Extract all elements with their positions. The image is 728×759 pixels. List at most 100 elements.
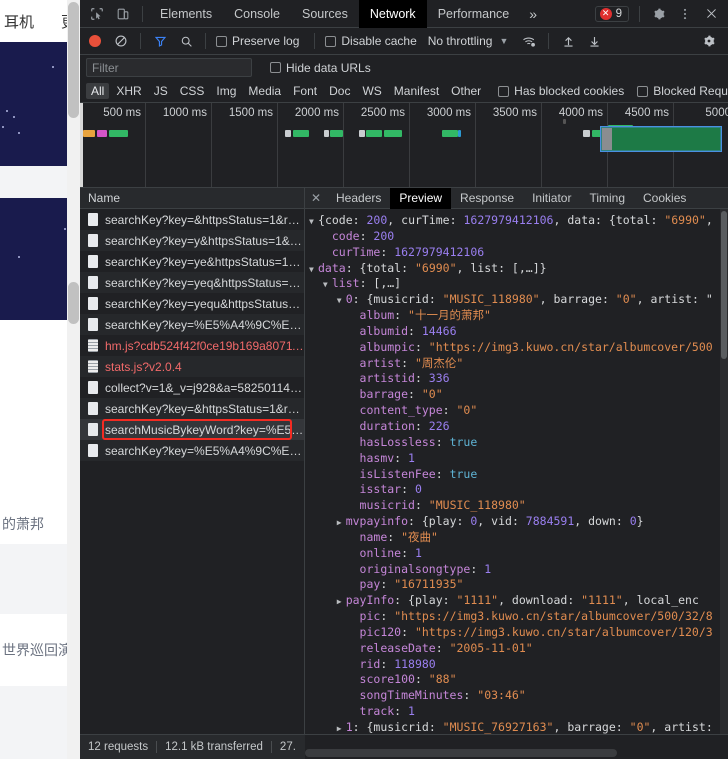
json-line[interactable]: online: 1 — [309, 546, 728, 562]
json-line[interactable]: name: "夜曲" — [309, 530, 728, 546]
type-filter-doc[interactable]: Doc — [324, 83, 355, 99]
request-row[interactable]: searchMusicBykeyWord?key=%E5%… — [80, 419, 304, 440]
disable-cache-checkbox[interactable]: Disable cache — [325, 34, 417, 48]
hide-data-urls-checkbox[interactable]: Hide data URLs — [270, 61, 371, 75]
request-row[interactable]: searchKey?key=%E5%A4%9C%E6%… — [80, 440, 304, 461]
record-button[interactable] — [89, 35, 101, 47]
json-line[interactable]: 0: {musicrid: "MUSIC_118980", barrage: "… — [309, 292, 728, 308]
tab-performance[interactable]: Performance — [427, 0, 521, 28]
expand-triangle-icon[interactable] — [337, 293, 346, 309]
json-line[interactable]: songTimeMinutes: "03:46" — [309, 688, 728, 704]
json-line[interactable]: albumid: 14466 — [309, 324, 728, 340]
throttling-select[interactable]: No throttling — [428, 34, 493, 48]
overview-selection-window[interactable] — [600, 126, 722, 152]
json-line[interactable]: releaseDate: "2005-11-01" — [309, 641, 728, 657]
request-row[interactable]: collect?v=1&_v=j928&a=582501144… — [80, 377, 304, 398]
detail-tab-response[interactable]: Response — [451, 188, 523, 209]
json-line[interactable]: data: {total: "6990", list: [,…]} — [309, 261, 728, 277]
json-line[interactable]: hasmv: 1 — [309, 451, 728, 467]
network-overview-timeline[interactable]: 500 ms 1000 ms 1500 ms 2000 ms 2500 ms 3… — [80, 103, 728, 188]
type-filter-other[interactable]: Other — [446, 83, 486, 99]
request-row[interactable]: searchKey?key=yequ&httpsStatus=… — [80, 293, 304, 314]
detail-tab-timing[interactable]: Timing — [580, 188, 634, 209]
json-line[interactable]: rid: 118980 — [309, 657, 728, 673]
json-line[interactable]: pay: "16711935" — [309, 577, 728, 593]
filter-input[interactable] — [86, 58, 252, 77]
import-har-icon[interactable] — [555, 28, 581, 54]
request-row[interactable]: searchKey?key=ye&httpsStatus=1&… — [80, 251, 304, 272]
page-nav-left-label[interactable]: 耳机 — [4, 11, 34, 32]
detail-tab-preview[interactable]: Preview — [390, 187, 452, 209]
type-filter-ws[interactable]: WS — [357, 83, 386, 99]
json-line[interactable]: originalsongtype: 1 — [309, 562, 728, 578]
export-har-icon[interactable] — [581, 28, 607, 54]
page-scrollbar-thumb-top[interactable] — [68, 2, 79, 118]
json-line[interactable]: artistid: 336 — [309, 371, 728, 387]
json-preview-tree[interactable]: {code: 200, curTime: 1627979412106, data… — [305, 209, 728, 734]
json-vertical-scrollbar[interactable] — [720, 209, 728, 734]
json-line[interactable]: isstar: 0 — [309, 482, 728, 498]
error-count-badge[interactable]: ✕ 9 — [594, 5, 629, 22]
json-line[interactable]: code: 200 — [309, 229, 728, 245]
request-row[interactable]: stats.js?v2.0.4 — [80, 356, 304, 377]
toggle-device-toolbar-icon[interactable] — [110, 1, 136, 27]
has-blocked-cookies-checkbox[interactable]: Has blocked cookies — [498, 84, 624, 98]
search-icon[interactable] — [173, 28, 199, 54]
tab-sources[interactable]: Sources — [291, 0, 359, 28]
type-filter-xhr[interactable]: XHR — [111, 83, 146, 99]
gear-icon[interactable] — [646, 1, 672, 27]
inspect-element-icon[interactable] — [84, 1, 110, 27]
json-line[interactable]: track: 1 — [309, 704, 728, 720]
close-icon[interactable] — [698, 1, 724, 27]
clear-button[interactable] — [108, 28, 134, 54]
type-filter-media[interactable]: Media — [243, 83, 286, 99]
json-vertical-scrollbar-thumb[interactable] — [721, 211, 727, 359]
json-line[interactable]: pic120: "https://img3.kuwo.cn/star/album… — [309, 625, 728, 641]
request-row[interactable]: searchKey?key=y&httpsStatus=1&r… — [80, 230, 304, 251]
json-line[interactable]: album: "十一月的萧邦" — [309, 308, 728, 324]
blocked-requests-checkbox[interactable]: Blocked Requests — [637, 84, 728, 98]
json-line[interactable]: payInfo: {play: "1111", download: "1111"… — [309, 593, 728, 609]
type-filter-manifest[interactable]: Manifest — [389, 83, 444, 99]
json-line[interactable]: hasLossless: true — [309, 435, 728, 451]
request-list-header-name[interactable]: Name — [80, 188, 304, 209]
json-line[interactable]: mvpayinfo: {play: 0, vid: 7884591, down:… — [309, 514, 728, 530]
details-close-icon[interactable]: ✕ — [305, 191, 327, 205]
filter-icon[interactable] — [147, 28, 173, 54]
detail-tab-cookies[interactable]: Cookies — [634, 188, 695, 209]
detail-tab-initiator[interactable]: Initiator — [523, 188, 580, 209]
overview-selection-handle[interactable] — [602, 128, 612, 150]
more-options-icon[interactable] — [672, 1, 698, 27]
json-line[interactable]: {code: 200, curTime: 1627979412106, data… — [309, 213, 728, 229]
type-filter-css[interactable]: CSS — [175, 83, 210, 99]
detail-tab-headers[interactable]: Headers — [327, 188, 390, 209]
preserve-log-checkbox[interactable]: Preserve log — [216, 34, 299, 48]
collapse-triangle-icon[interactable] — [337, 721, 346, 734]
type-filter-font[interactable]: Font — [288, 83, 322, 99]
json-line[interactable]: barrage: "0" — [309, 387, 728, 403]
collapse-triangle-icon[interactable] — [337, 515, 346, 531]
tab-elements[interactable]: Elements — [149, 0, 223, 28]
chevron-down-icon[interactable]: ▼ — [499, 36, 508, 46]
request-row[interactable]: searchKey?key=&httpsStatus=1&re… — [80, 398, 304, 419]
json-line[interactable]: albumpic: "https://img3.kuwo.cn/star/alb… — [309, 340, 728, 356]
type-filter-js[interactable]: JS — [149, 83, 173, 99]
json-line[interactable]: musicrid: "MUSIC_118980" — [309, 498, 728, 514]
type-filter-img[interactable]: Img — [211, 83, 241, 99]
request-row[interactable]: searchKey?key=%E5%A4%9C%E6%… — [80, 314, 304, 335]
tab-network[interactable]: Network — [358, 0, 427, 28]
json-line[interactable]: content_type: "0" — [309, 403, 728, 419]
request-row[interactable]: searchKey?key=&httpsStatus=1&re… — [80, 209, 304, 230]
expand-triangle-icon[interactable] — [309, 214, 318, 230]
page-scrollbar[interactable] — [67, 0, 80, 759]
expand-triangle-icon[interactable] — [309, 262, 318, 278]
network-conditions-icon[interactable] — [516, 28, 542, 54]
collapse-triangle-icon[interactable] — [337, 594, 346, 610]
request-row[interactable]: hm.js?cdb524f42f0ce19b169a80711… — [80, 335, 304, 356]
network-settings-gear-icon[interactable] — [696, 28, 722, 54]
type-filter-all[interactable]: All — [86, 83, 110, 99]
json-line[interactable]: score100: "88" — [309, 672, 728, 688]
json-line[interactable]: duration: 226 — [309, 419, 728, 435]
json-line[interactable]: pic: "https://img3.kuwo.cn/star/albumcov… — [309, 609, 728, 625]
json-line[interactable]: 1: {musicrid: "MUSIC_76927163", barrage:… — [309, 720, 728, 734]
